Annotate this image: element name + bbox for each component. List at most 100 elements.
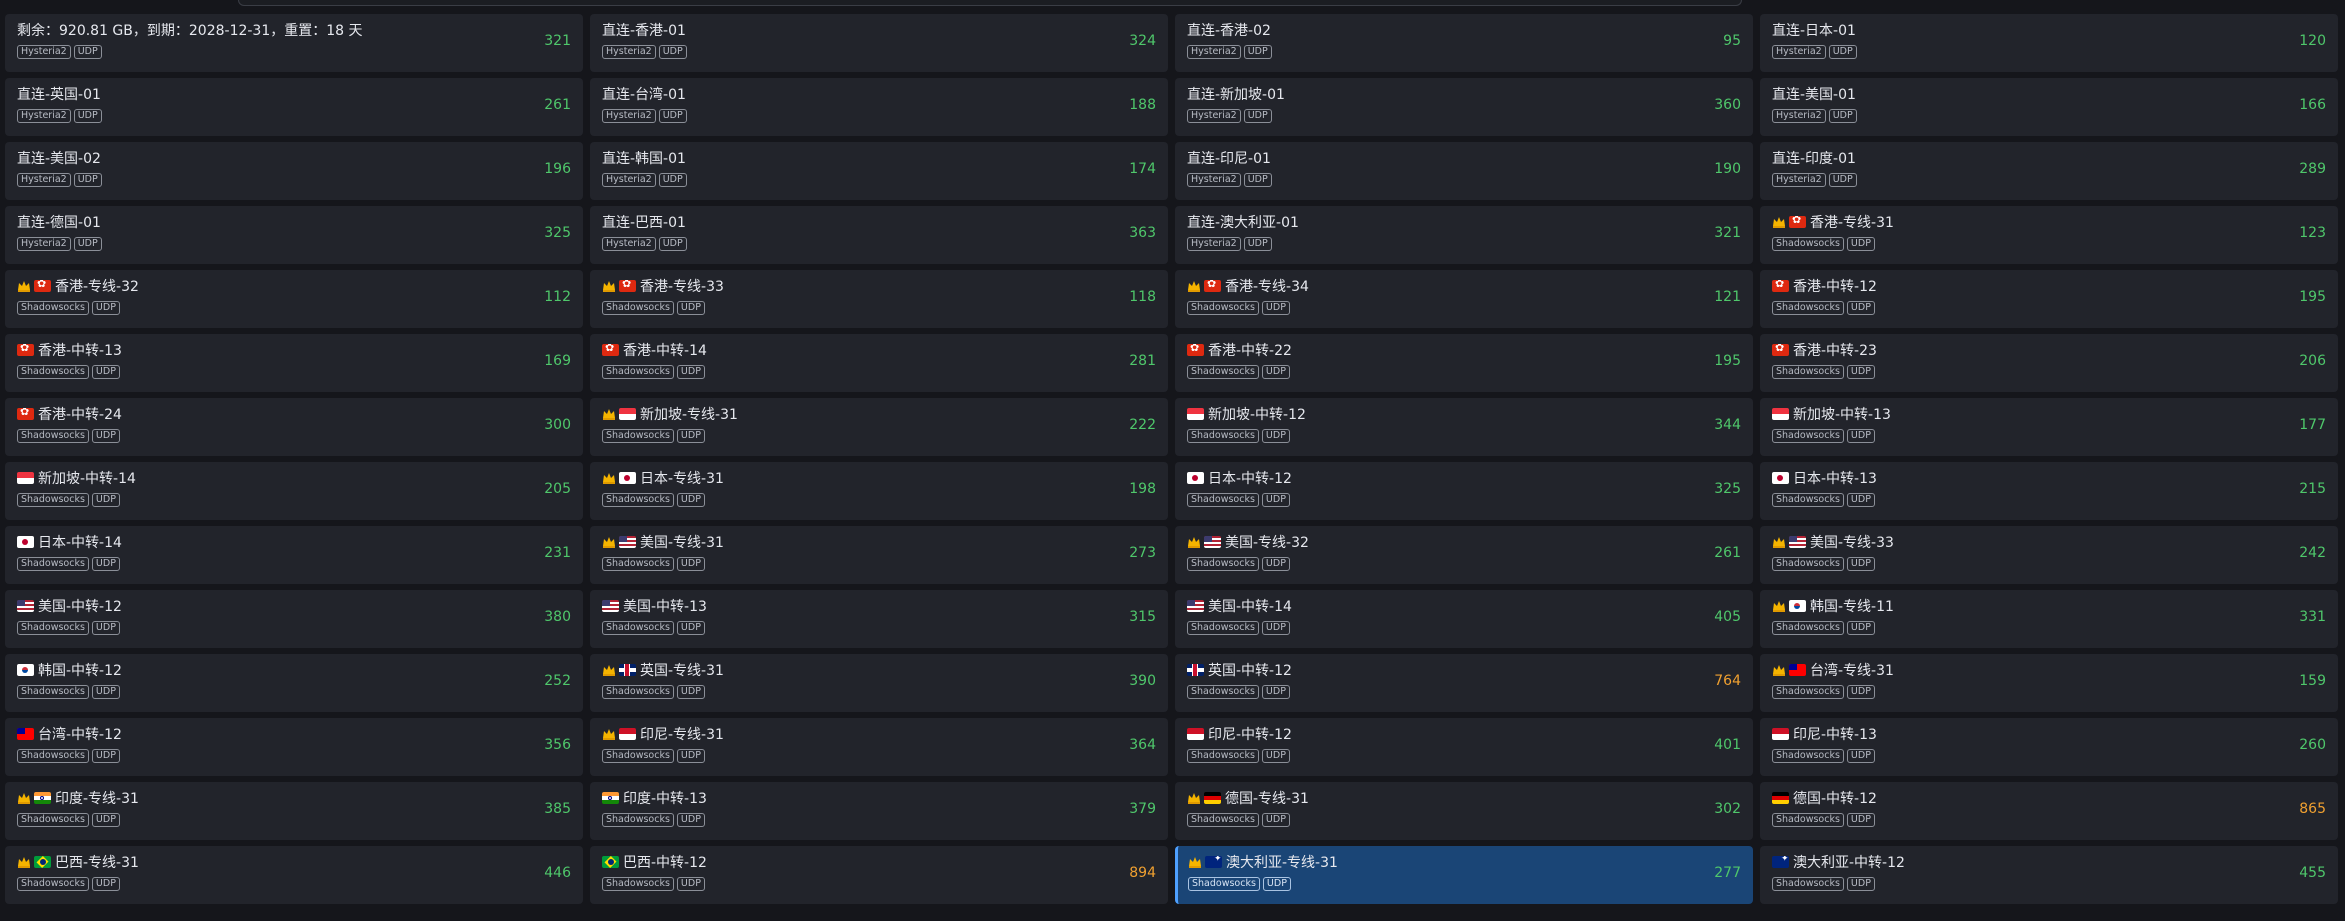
proxy-node-card[interactable]: 剩余：920.81 GB，到期：2028-12-31，重置：18 天 Hyster… (5, 14, 583, 72)
latency-value[interactable]: 260 (2299, 737, 2326, 753)
latency-value[interactable]: 356 (544, 737, 571, 753)
proxy-node-card[interactable]: 德国-中转-12 Shadowsocks UDP 865 (1760, 782, 2338, 840)
proxy-node-card[interactable]: 英国-专线-31 Shadowsocks UDP 390 (590, 654, 1168, 712)
latency-value[interactable]: 174 (1129, 161, 1156, 177)
latency-value[interactable]: 289 (2299, 161, 2326, 177)
latency-value[interactable]: 261 (1714, 545, 1741, 561)
latency-value[interactable]: 315 (1129, 609, 1156, 625)
latency-value[interactable]: 166 (2299, 97, 2326, 113)
proxy-node-card[interactable]: 新加坡-中转-13 Shadowsocks UDP 177 (1760, 398, 2338, 456)
proxy-node-card[interactable]: 印度-专线-31 Shadowsocks UDP 385 (5, 782, 583, 840)
proxy-node-card[interactable]: 直连-美国-02 Hysteria2 UDP 196 (5, 142, 583, 200)
proxy-node-card[interactable]: 香港-中转-24 ShadowsocksUDP 300 (5, 398, 583, 456)
proxy-node-card[interactable]: 美国-专线-32 Shadowsocks UDP 261 (1175, 526, 1753, 584)
proxy-node-card[interactable]: 香港-中转-23 ShadowsocksUDP 206 (1760, 334, 2338, 392)
latency-value[interactable]: 112 (544, 289, 571, 305)
proxy-node-card[interactable]: 香港-中转-14 ShadowsocksUDP 281 (590, 334, 1168, 392)
latency-value[interactable]: 764 (1714, 673, 1741, 689)
latency-value[interactable]: 252 (544, 673, 571, 689)
proxy-node-card[interactable]: 巴西-专线-31 Shadowsocks UDP 446 (5, 846, 583, 904)
latency-value[interactable]: 325 (1714, 481, 1741, 497)
latency-value[interactable]: 195 (1714, 353, 1741, 369)
proxy-node-card[interactable]: 直连-德国-01 Hysteria2 UDP 325 (5, 206, 583, 264)
latency-value[interactable]: 277 (1714, 865, 1741, 881)
proxy-node-card[interactable]: 香港-中转-22 ShadowsocksUDP 195 (1175, 334, 1753, 392)
proxy-node-card[interactable]: 新加坡-专线-31 Shadowsocks UDP 222 (590, 398, 1168, 456)
latency-value[interactable]: 261 (544, 97, 571, 113)
proxy-node-card[interactable]: 美国-中转-14 Shadowsocks UDP 405 (1175, 590, 1753, 648)
proxy-node-card[interactable]: 香港-中转-13 ShadowsocksUDP 169 (5, 334, 583, 392)
latency-value[interactable]: 321 (1714, 225, 1741, 241)
latency-value[interactable]: 360 (1714, 97, 1741, 113)
latency-value[interactable]: 405 (1714, 609, 1741, 625)
latency-value[interactable]: 302 (1714, 801, 1741, 817)
proxy-node-card[interactable]: 新加坡-中转-14 Shadowsocks UDP 205 (5, 462, 583, 520)
proxy-node-card[interactable]: 直连-香港-01 Hysteria2 UDP 324 (590, 14, 1168, 72)
proxy-node-card[interactable]: 香港-专线-32 ShadowsocksUDP 112 (5, 270, 583, 328)
latency-value[interactable]: 222 (1129, 417, 1156, 433)
proxy-node-card[interactable]: 巴西-中转-12 Shadowsocks UDP 894 (590, 846, 1168, 904)
proxy-node-card[interactable]: 日本-中转-14 Shadowsocks UDP 231 (5, 526, 583, 584)
latency-value[interactable]: 215 (2299, 481, 2326, 497)
proxy-node-card[interactable]: 澳大利亚-中转-12 ShadowsocksUDP 455 (1760, 846, 2338, 904)
latency-value[interactable]: 364 (1129, 737, 1156, 753)
proxy-node-card[interactable]: 直连-日本-01 Hysteria2 UDP 120 (1760, 14, 2338, 72)
proxy-node-card[interactable]: 德国-专线-31 Shadowsocks UDP 302 (1175, 782, 1753, 840)
proxy-node-card[interactable]: 台湾-中转-12 Shadowsocks UDP 356 (5, 718, 583, 776)
proxy-node-card[interactable]: 日本-专线-31 Shadowsocks UDP 198 (590, 462, 1168, 520)
proxy-node-card[interactable]: 香港-专线-34 ShadowsocksUDP 121 (1175, 270, 1753, 328)
proxy-node-card[interactable]: 日本-中转-12 Shadowsocks UDP 325 (1175, 462, 1753, 520)
latency-value[interactable]: 231 (544, 545, 571, 561)
proxy-node-card[interactable]: 直连-香港-02 Hysteria2 UDP 95 (1175, 14, 1753, 72)
proxy-node-card[interactable]: 印尼-中转-13 Shadowsocks UDP 260 (1760, 718, 2338, 776)
proxy-node-card[interactable]: 香港-中转-12 ShadowsocksUDP 195 (1760, 270, 2338, 328)
proxy-node-card[interactable]: 澳大利亚-专线-31 ShadowsocksUDP 277 (1175, 846, 1753, 904)
proxy-node-card[interactable]: 直连-新加坡-01 Hysteria2 UDP 360 (1175, 78, 1753, 136)
proxy-node-card[interactable]: 直连-美国-01 Hysteria2 UDP 166 (1760, 78, 2338, 136)
latency-value[interactable]: 273 (1129, 545, 1156, 561)
latency-value[interactable]: 95 (1723, 33, 1741, 49)
latency-value[interactable]: 455 (2299, 865, 2326, 881)
proxy-node-card[interactable]: 直连-韩国-01 Hysteria2 UDP 174 (590, 142, 1168, 200)
latency-value[interactable]: 321 (544, 33, 571, 49)
proxy-node-card[interactable]: 新加坡-中转-12 Shadowsocks UDP 344 (1175, 398, 1753, 456)
proxy-node-card[interactable]: 日本-中转-13 Shadowsocks UDP 215 (1760, 462, 2338, 520)
proxy-node-card[interactable]: 印尼-中转-12 Shadowsocks UDP 401 (1175, 718, 1753, 776)
proxy-node-card[interactable]: 直连-印度-01 Hysteria2 UDP 289 (1760, 142, 2338, 200)
proxy-node-card[interactable]: 美国-专线-33 Shadowsocks UDP 242 (1760, 526, 2338, 584)
latency-value[interactable]: 121 (1714, 289, 1741, 305)
latency-value[interactable]: 344 (1714, 417, 1741, 433)
latency-value[interactable]: 118 (1129, 289, 1156, 305)
proxy-node-card[interactable]: 美国-中转-12 Shadowsocks UDP 380 (5, 590, 583, 648)
latency-value[interactable]: 195 (2299, 289, 2326, 305)
proxy-node-card[interactable]: 印度-中转-13 Shadowsocks UDP 379 (590, 782, 1168, 840)
latency-value[interactable]: 446 (544, 865, 571, 881)
latency-value[interactable]: 169 (544, 353, 571, 369)
proxy-node-card[interactable]: 香港-专线-31 ShadowsocksUDP 123 (1760, 206, 2338, 264)
latency-value[interactable]: 865 (2299, 801, 2326, 817)
proxy-node-card[interactable]: 英国-中转-12 Shadowsocks UDP 764 (1175, 654, 1753, 712)
latency-value[interactable]: 198 (1129, 481, 1156, 497)
latency-value[interactable]: 390 (1129, 673, 1156, 689)
proxy-node-card[interactable]: 台湾-专线-31 Shadowsocks UDP 159 (1760, 654, 2338, 712)
latency-value[interactable]: 196 (544, 161, 571, 177)
latency-value[interactable]: 205 (544, 481, 571, 497)
latency-value[interactable]: 401 (1714, 737, 1741, 753)
proxy-node-card[interactable]: 美国-中转-13 Shadowsocks UDP 315 (590, 590, 1168, 648)
proxy-node-card[interactable]: 印尼-专线-31 Shadowsocks UDP 364 (590, 718, 1168, 776)
proxy-node-card[interactable]: 直连-台湾-01 Hysteria2 UDP 188 (590, 78, 1168, 136)
latency-value[interactable]: 190 (1714, 161, 1741, 177)
latency-value[interactable]: 894 (1129, 865, 1156, 881)
latency-value[interactable]: 159 (2299, 673, 2326, 689)
latency-value[interactable]: 123 (2299, 225, 2326, 241)
proxy-node-card[interactable]: 直连-印尼-01 Hysteria2 UDP 190 (1175, 142, 1753, 200)
latency-value[interactable]: 188 (1129, 97, 1156, 113)
latency-value[interactable]: 363 (1129, 225, 1156, 241)
latency-value[interactable]: 385 (544, 801, 571, 817)
latency-value[interactable]: 325 (544, 225, 571, 241)
latency-value[interactable]: 177 (2299, 417, 2326, 433)
latency-value[interactable]: 380 (544, 609, 571, 625)
proxy-node-card[interactable]: 直连-英国-01 Hysteria2 UDP 261 (5, 78, 583, 136)
latency-value[interactable]: 379 (1129, 801, 1156, 817)
latency-value[interactable]: 300 (544, 417, 571, 433)
